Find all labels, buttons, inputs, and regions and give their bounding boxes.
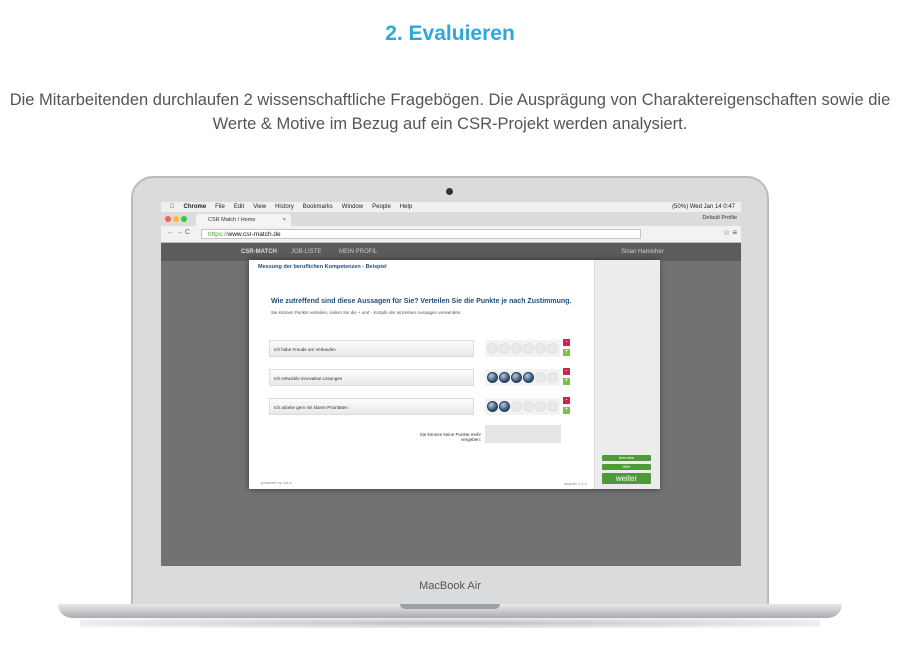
powered-by: powered by cut-e — [261, 480, 292, 485]
laptop-brand: MacBook Air — [419, 580, 481, 592]
camera-icon — [446, 188, 453, 195]
minus-button[interactable]: - — [563, 397, 570, 404]
laptop-shadow — [80, 618, 820, 628]
point-empty-icon — [511, 343, 522, 354]
menu-bookmarks[interactable]: Bookmarks — [303, 204, 333, 210]
minimize-window-icon[interactable] — [173, 216, 179, 222]
maximize-window-icon[interactable] — [181, 216, 187, 222]
modal-title: Messung der beruflichen Kompetenzen - Be… — [258, 264, 387, 270]
statement-1: Ich habe Freude am Verkaufen — [269, 340, 474, 357]
url-scheme: https:// — [208, 231, 228, 238]
intro-text: Die Mitarbeitenden durchlaufen 2 wissens… — [9, 91, 891, 133]
browser-tab[interactable]: CSR Match / Home × — [196, 214, 291, 226]
point-empty-icon — [523, 343, 534, 354]
laptop-notch — [400, 604, 500, 609]
menu-history[interactable]: History — [275, 204, 294, 210]
points-row-2 — [485, 369, 560, 386]
tab-title: CSR Match / Home — [208, 217, 256, 223]
statement-3: Ich arbeite gern mit klaren Prioritäten — [269, 398, 474, 415]
nav-mein-profil[interactable]: MEIN PROFIL — [339, 249, 377, 255]
points-row-1 — [485, 340, 560, 357]
site-logo[interactable]: CSR-MATCH — [241, 249, 277, 255]
point-empty-icon — [523, 401, 534, 412]
point-filled-icon — [511, 372, 522, 383]
nav-job-liste[interactable]: JOB-LISTE — [291, 249, 321, 255]
plus-button[interactable]: + — [563, 407, 570, 414]
points-row-3 — [485, 398, 560, 415]
extension-icons[interactable]: ☆ ≡ — [723, 228, 737, 237]
url-field[interactable]: https://www.csr-match.de — [201, 229, 641, 239]
point-empty-icon — [547, 372, 558, 383]
point-filled-icon — [499, 372, 510, 383]
point-filled-icon — [487, 401, 498, 412]
minus-button[interactable]: - — [563, 368, 570, 375]
questionnaire-modal: Messung der beruflichen Kompetenzen - Be… — [249, 260, 660, 489]
close-tab-icon[interactable]: × — [283, 214, 286, 226]
help-button[interactable]: Hilfe — [602, 464, 651, 470]
finish-button[interactable]: beenden — [602, 455, 651, 461]
address-bar-row: ← → C https://www.csr-match.de ☆ ≡ — [161, 226, 741, 243]
menu-chrome[interactable]: Chrome — [184, 204, 207, 210]
point-empty-icon — [547, 343, 558, 354]
menu-edit[interactable]: Edit — [234, 204, 244, 210]
point-empty-icon — [547, 401, 558, 412]
version-label: shapes 1.0.0 — [564, 481, 587, 486]
mac-menubar:  Chrome File Edit View History Bookmark… — [161, 202, 741, 212]
question-text: Wie zutreffend sind diese Aussagen für S… — [271, 298, 572, 305]
apple-icon[interactable]:  — [170, 204, 175, 210]
remaining-points-label: Sie können keine Punkte mehr vergeben: — [419, 432, 481, 442]
point-filled-icon — [499, 401, 510, 412]
user-name[interactable]: Sinan Hamisher — [621, 249, 664, 255]
plus-button[interactable]: + — [563, 349, 570, 356]
point-empty-icon — [535, 372, 546, 383]
profile-label[interactable]: Default Profile — [702, 215, 737, 221]
point-empty-icon — [511, 401, 522, 412]
remaining-points-box — [485, 425, 561, 443]
menu-help[interactable]: Help — [400, 204, 412, 210]
site-header: CSR-MATCH JOB-LISTE MEIN PROFIL Sinan Ha… — [161, 243, 741, 261]
point-empty-icon — [499, 343, 510, 354]
statement-2: Ich entwickle innovative Lösungen — [269, 369, 474, 386]
menubar-status: (50%) Wed Jan 14 0:47 — [672, 204, 735, 210]
menu-file[interactable]: File — [215, 204, 225, 210]
menu-window[interactable]: Window — [342, 204, 363, 210]
step-heading: 2. Evaluieren — [385, 22, 515, 45]
point-filled-icon — [487, 372, 498, 383]
plus-button[interactable]: + — [563, 378, 570, 385]
instruction-text: Sie können Punkte verteilen, indem Sie d… — [271, 310, 462, 315]
close-window-icon[interactable] — [165, 216, 171, 222]
point-empty-icon — [535, 343, 546, 354]
next-button[interactable]: weiter — [602, 473, 651, 484]
point-filled-icon — [523, 372, 534, 383]
menu-people[interactable]: People — [372, 204, 391, 210]
chrome-tabbar: CSR Match / Home × Default Profile — [161, 212, 741, 226]
minus-button[interactable]: - — [563, 339, 570, 346]
laptop-screen:  Chrome File Edit View History Bookmark… — [161, 202, 741, 566]
nav-icons[interactable]: ← → C — [167, 229, 190, 236]
point-empty-icon — [487, 343, 498, 354]
url-host: www.csr-match.de — [227, 231, 281, 238]
point-empty-icon — [535, 401, 546, 412]
menu-view[interactable]: View — [253, 204, 266, 210]
